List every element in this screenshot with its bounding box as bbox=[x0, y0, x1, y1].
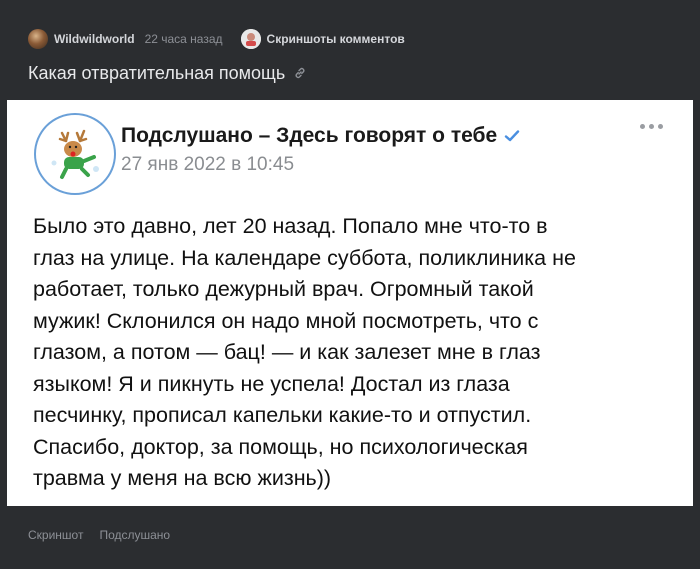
post-text-line: Спасибо, доктор, за помощь, но психологи… bbox=[33, 434, 528, 459]
group-avatar bbox=[34, 113, 116, 195]
story-title[interactable]: Какая отвратительная помощь bbox=[28, 63, 285, 84]
community-name[interactable]: Скриншоты комментов bbox=[267, 32, 405, 46]
post-text-line: травма у меня на всю жизнь)) bbox=[33, 466, 332, 490]
post-time[interactable]: 22 часа назад bbox=[145, 32, 223, 46]
community-avatar[interactable] bbox=[240, 29, 261, 49]
story-title-row: Какая отвратительная помощь bbox=[28, 61, 307, 85]
more-dots-icon bbox=[640, 124, 663, 129]
post-text-line: мужик! Склонился он надо мной посмотреть… bbox=[33, 308, 539, 333]
post-text: Было это давно, лет 20 назад. Попало мне… bbox=[33, 211, 673, 495]
post-date: 27 янв 2022 в 10:45 bbox=[121, 154, 295, 175]
author-name[interactable]: Wildwildworld bbox=[54, 32, 135, 46]
tag-podslushano[interactable]: Подслушано bbox=[99, 528, 170, 542]
group-name-text: Подслушано – Здесь говорят о тебе bbox=[121, 124, 498, 147]
group-name: Подслушано – Здесь говорят о тебе bbox=[121, 124, 520, 148]
post-text-line: языком! Я и пикнуть не успела! Достал из… bbox=[33, 371, 510, 396]
story-meta: Wildwildworld 22 часа назад Скриншоты ко… bbox=[28, 28, 405, 50]
author-avatar[interactable] bbox=[28, 29, 48, 49]
post-text-line: глазом, а потом — бац! — и как залезет м… bbox=[33, 340, 541, 364]
post-text-line: глаз на улице. На календаре суббота, пол… bbox=[33, 245, 576, 270]
post-text-line: работает, только дежурный врач. Огромный… bbox=[33, 277, 534, 301]
post-text-line: песчинку, прописал капельки какие-то и о… bbox=[33, 403, 532, 427]
tag-screenshot[interactable]: Скриншот bbox=[28, 528, 83, 542]
screenshot-card: Подслушано – Здесь говорят о тебе 27 янв… bbox=[7, 100, 693, 506]
community-logo-icon bbox=[240, 29, 261, 49]
verified-check-icon bbox=[504, 129, 520, 143]
deer-logo-icon bbox=[51, 129, 99, 179]
tags-row: Скриншот Подслушано bbox=[28, 528, 170, 542]
post-text-line: Было это давно, лет 20 назад. Попало мне… bbox=[33, 214, 548, 238]
link-icon[interactable] bbox=[293, 66, 307, 80]
